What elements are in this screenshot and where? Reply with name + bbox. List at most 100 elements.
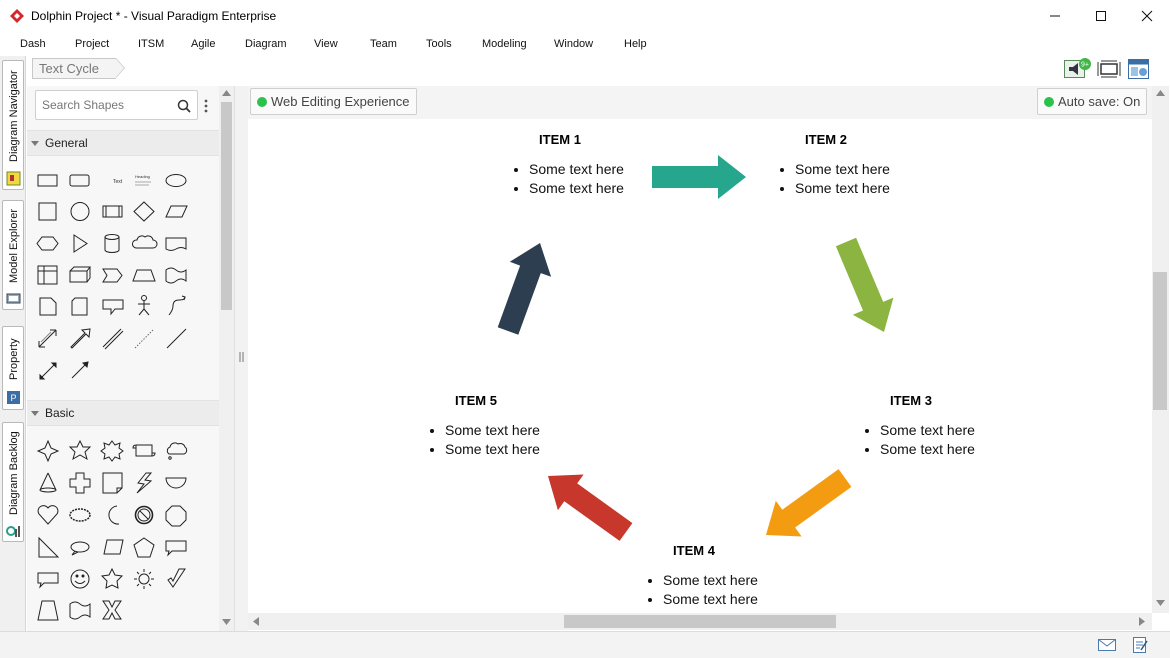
shape-rectangle[interactable]: [37, 174, 58, 187]
shape-cone[interactable]: [39, 472, 57, 493]
scroll-down-icon[interactable]: [222, 619, 231, 625]
shape-rect-callout[interactable]: [165, 540, 187, 557]
close-button[interactable]: [1124, 0, 1170, 32]
shape-double-line[interactable]: [102, 328, 124, 350]
shape-connector[interactable]: [39, 362, 57, 380]
menu-project[interactable]: Project: [75, 38, 109, 50]
shape-process[interactable]: [102, 205, 123, 218]
shape-line[interactable]: [166, 328, 187, 349]
shape-cloud-callout[interactable]: [166, 442, 188, 460]
shape-callout[interactable]: [102, 299, 124, 316]
menu-view[interactable]: View: [314, 38, 338, 50]
menu-agile[interactable]: Agile: [191, 38, 215, 50]
breadcrumb[interactable]: Text Cycle: [32, 58, 116, 79]
shape-half-circle[interactable]: [165, 477, 187, 489]
scroll-down-icon[interactable]: [1156, 600, 1165, 606]
shape-star-5[interactable]: [68, 439, 92, 461]
palette-scroll-thumb[interactable]: [221, 102, 232, 310]
cycle-arrow-shape[interactable]: [652, 155, 746, 199]
shape-circle[interactable]: [70, 202, 90, 221]
palette-scrollbar[interactable]: [219, 86, 234, 631]
shape-sun[interactable]: [134, 569, 154, 589]
menu-help[interactable]: Help: [624, 38, 647, 50]
maximize-button[interactable]: [1078, 0, 1124, 32]
section-basic[interactable]: Basic: [27, 400, 219, 426]
cycle-arrow-shape[interactable]: [835, 237, 894, 332]
vertical-scroll-thumb[interactable]: [1153, 272, 1167, 410]
cycle-arrow-shape[interactable]: [766, 469, 852, 537]
edit-note-icon[interactable]: [1132, 636, 1148, 654]
shape-octagon[interactable]: [165, 505, 187, 527]
shape-round-callout[interactable]: [37, 572, 59, 589]
shape-x-shape[interactable]: [102, 600, 122, 620]
shape-wavy-oval[interactable]: [69, 508, 91, 522]
announcement-button[interactable]: 9+: [1064, 58, 1091, 80]
minimize-button[interactable]: [1032, 0, 1078, 32]
shape-heading-text[interactable]: Heading: [135, 174, 151, 186]
panel-splitter[interactable]: [234, 86, 248, 631]
tab-model-explorer[interactable]: Model Explorer: [2, 200, 24, 310]
horizontal-scroll-thumb[interactable]: [564, 615, 836, 628]
shape-cylinder[interactable]: [104, 234, 120, 253]
shape-check[interactable]: [167, 568, 186, 588]
shape-ellipse[interactable]: [165, 174, 187, 187]
canvas-vertical-scrollbar[interactable]: [1152, 86, 1169, 613]
shape-cloud[interactable]: [132, 235, 158, 249]
arrow-item1-to-item2[interactable]: [652, 155, 746, 199]
shape-slanted-rect[interactable]: [103, 539, 124, 555]
cycle-arrow-shape[interactable]: [497, 243, 552, 335]
arrow-item3-to-item4[interactable]: [766, 469, 852, 537]
shape-stick-figure[interactable]: [138, 295, 150, 316]
shape-rounded-rectangle[interactable]: [69, 174, 90, 187]
section-general[interactable]: General: [27, 130, 219, 156]
shape-scroll[interactable]: [132, 444, 156, 457]
shape-chevron[interactable]: [102, 268, 123, 283]
canvas-horizontal-scrollbar[interactable]: [248, 613, 1152, 630]
shape-arrow[interactable]: [71, 361, 89, 379]
shape-square[interactable]: [38, 202, 57, 221]
shape-oval-callout[interactable]: [70, 541, 90, 556]
shape-triangle[interactable]: [73, 234, 88, 253]
shape-s-curve[interactable]: [168, 295, 186, 316]
fit-diagram-button[interactable]: [1097, 58, 1121, 80]
cycle-arrow-shape[interactable]: [548, 474, 633, 541]
shape-no-symbol[interactable]: [134, 505, 154, 525]
menu-modeling[interactable]: Modeling: [482, 38, 527, 50]
more-options-icon[interactable]: [203, 98, 209, 114]
scroll-left-icon[interactable]: [253, 617, 259, 626]
shape-cross[interactable]: [69, 472, 91, 494]
shape-parallelogram[interactable]: [165, 205, 188, 218]
shape-diamond[interactable]: [133, 201, 155, 222]
menu-team[interactable]: Team: [370, 38, 397, 50]
shape-wave[interactable]: [165, 267, 187, 284]
shape-star[interactable]: [100, 567, 124, 589]
shape-right-triangle[interactable]: [38, 536, 60, 558]
menu-dash[interactable]: Dash: [20, 38, 46, 50]
shape-text[interactable]: Text: [113, 179, 123, 185]
shape-heart[interactable]: [37, 505, 59, 525]
shape-trapezoid[interactable]: [37, 600, 59, 621]
shape-star-4[interactable]: [36, 439, 60, 463]
arrow-item5-to-item1[interactable]: [497, 243, 552, 335]
shape-trapezoid[interactable]: [132, 269, 156, 282]
tab-diagram-backlog[interactable]: Diagram Backlog: [2, 422, 24, 542]
menu-itsm[interactable]: ITSM: [138, 38, 164, 50]
search-input[interactable]: [42, 96, 170, 114]
shape-thick-arrow[interactable]: [70, 328, 91, 349]
shape-moon[interactable]: [108, 505, 120, 525]
scroll-up-icon[interactable]: [222, 90, 231, 96]
scroll-up-icon[interactable]: [1156, 90, 1165, 96]
diagram-canvas[interactable]: Web Editing Experience Auto save: On ITE…: [248, 86, 1152, 613]
shape-table[interactable]: [37, 265, 58, 285]
shape-burst[interactable]: [100, 440, 124, 462]
shape-rounded-page[interactable]: [71, 297, 88, 316]
menu-window[interactable]: Window: [554, 38, 593, 50]
layout-button[interactable]: [1127, 58, 1151, 80]
tab-property[interactable]: Property P: [2, 326, 24, 410]
shape-page[interactable]: [39, 297, 57, 316]
arrow-item4-to-item5[interactable]: [548, 474, 633, 541]
shape-document[interactable]: [165, 237, 187, 251]
shape-pentagon[interactable]: [133, 537, 155, 558]
shape-smiley[interactable]: [70, 569, 90, 589]
shape-folded-page[interactable]: [102, 472, 123, 494]
